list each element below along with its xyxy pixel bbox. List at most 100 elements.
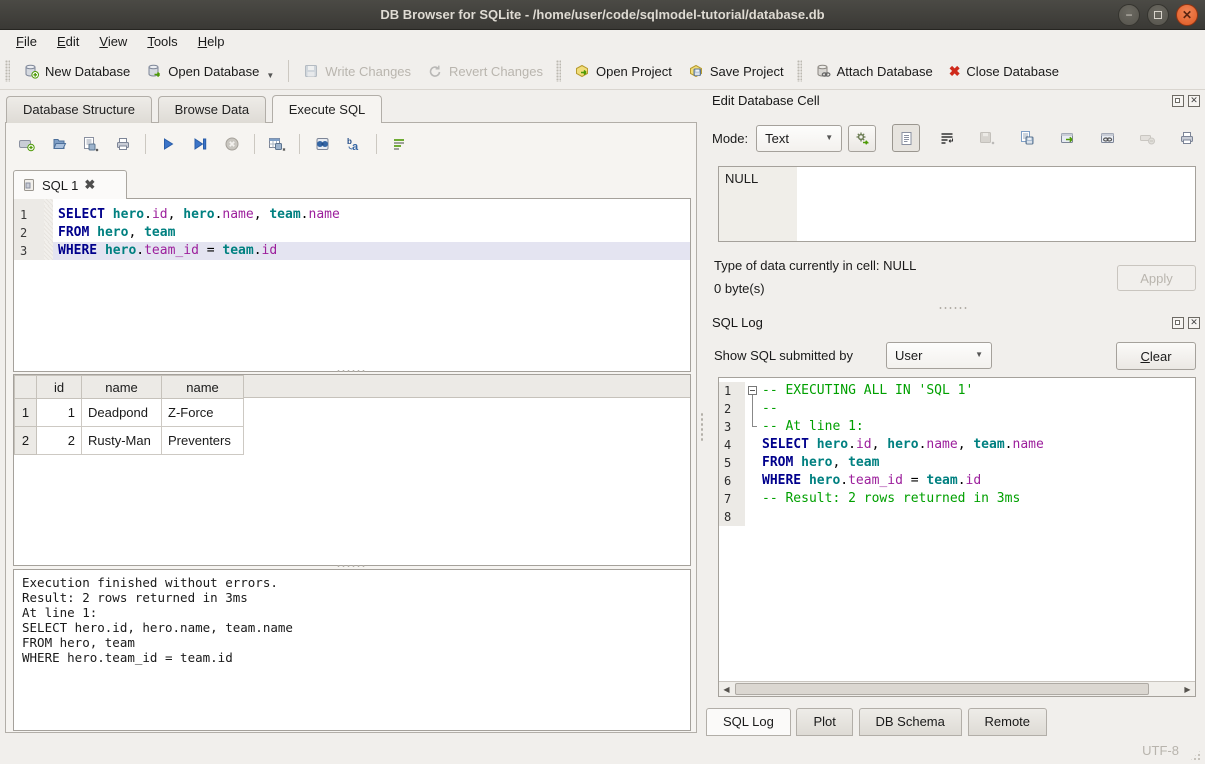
splitter-handle[interactable]	[336, 369, 366, 373]
write-changes-icon	[303, 63, 319, 79]
corner-header[interactable]	[15, 376, 37, 399]
column-header-id[interactable]: id	[37, 376, 82, 399]
sql-file-tab[interactable]: SQL 1 ✖	[13, 170, 127, 199]
save-sql-file-button[interactable]	[78, 131, 104, 157]
new-sql-tab-button[interactable]	[14, 131, 40, 157]
link-icon	[1099, 130, 1116, 146]
scroll-left-icon[interactable]: ◀	[719, 682, 734, 696]
row-header[interactable]: 1	[15, 399, 37, 427]
close-database-button[interactable]: ✖ Close Database	[941, 59, 1067, 84]
cell-team-name[interactable]: Preventers	[162, 427, 244, 455]
word-wrap-cell-button[interactable]	[934, 125, 960, 151]
tab-sql-log[interactable]: SQL Log	[706, 708, 791, 736]
output-line: SELECT hero.id, hero.name, team.name	[22, 620, 682, 635]
fold-collapse-icon[interactable]	[748, 386, 757, 395]
execution-output[interactable]: Execution finished without errors. Resul…	[13, 569, 691, 731]
sql-log-filter-select[interactable]: User ▼	[886, 342, 992, 369]
results-header-row: id name name	[15, 376, 244, 399]
column-header-name[interactable]: name	[82, 376, 162, 399]
resize-grip[interactable]	[1189, 749, 1202, 762]
close-dock-icon[interactable]: ✕	[1188, 95, 1200, 107]
panel-splitter-handle[interactable]	[700, 412, 704, 442]
menu-file[interactable]: File	[6, 31, 47, 52]
menu-bar: File Edit View Tools Help	[0, 30, 1205, 53]
open-database-button[interactable]: Open Database ▼	[138, 59, 282, 83]
open-in-external-button[interactable]	[1054, 125, 1080, 151]
apply-button: Apply	[1117, 265, 1196, 291]
cell-team-name[interactable]: Z-Force	[162, 399, 244, 427]
cell-id[interactable]: 2	[37, 427, 82, 455]
log-line: 8	[719, 508, 1195, 526]
menu-tools[interactable]: Tools	[137, 31, 187, 52]
float-dock-icon[interactable]	[1172, 317, 1184, 329]
print-button[interactable]	[110, 131, 136, 157]
menu-help[interactable]: Help	[188, 31, 235, 52]
open-database-icon	[146, 63, 162, 79]
scrollbar-thumb[interactable]	[735, 683, 1149, 695]
log-line: 4 SELECT hero.id, hero.name, team.name	[719, 436, 1195, 454]
execute-all-button[interactable]	[155, 131, 181, 157]
copy-link-button[interactable]	[1094, 125, 1120, 151]
text-mode-button[interactable]	[892, 124, 920, 152]
save-project-button[interactable]: Save Project	[680, 59, 792, 83]
window-controls: − ✕	[1118, 4, 1198, 26]
new-database-icon	[23, 63, 39, 79]
chevron-down-icon: ▼	[825, 133, 833, 142]
save-as-icon	[1019, 130, 1035, 146]
horizontal-scrollbar[interactable]: ◀ ▶	[719, 681, 1195, 696]
close-dock-icon[interactable]: ✕	[1188, 317, 1200, 329]
dock-splitter-handle[interactable]	[938, 306, 968, 310]
save-results-button[interactable]	[264, 131, 290, 157]
tab-browse-data[interactable]: Browse Data	[158, 96, 266, 123]
tab-plot[interactable]: Plot	[796, 708, 852, 736]
replace-button[interactable]: ba	[341, 131, 367, 157]
attach-database-button[interactable]: Attach Database	[807, 59, 941, 83]
new-database-button[interactable]: New Database	[15, 59, 138, 83]
clear-log-button[interactable]: Clear	[1116, 342, 1196, 370]
word-wrap-button[interactable]	[386, 131, 412, 157]
cell-value-editor[interactable]: NULL	[718, 166, 1196, 242]
sql-editor[interactable]: 1 SELECT hero.id, hero.name, team.name 2…	[13, 198, 691, 372]
cell-id[interactable]: 1	[37, 399, 82, 427]
splitter-handle[interactable]	[336, 564, 366, 568]
export-cell-data-button[interactable]	[1014, 125, 1040, 151]
toolbar-grip	[5, 60, 10, 82]
float-dock-icon[interactable]	[1172, 95, 1184, 107]
print-cell-button[interactable]	[1174, 125, 1200, 151]
execute-current-line-button[interactable]	[187, 131, 213, 157]
open-database-dropdown-icon[interactable]: ▼	[266, 71, 274, 80]
open-sql-file-button[interactable]	[46, 131, 72, 157]
menu-edit[interactable]: Edit	[47, 31, 89, 52]
encoding-indicator: UTF-8	[1142, 743, 1179, 758]
editor-line-current: 3 WHERE hero.team_id = team.id	[14, 242, 690, 260]
set-null-icon	[1138, 130, 1156, 146]
find-button[interactable]	[309, 131, 335, 157]
tab-database-structure[interactable]: Database Structure	[6, 96, 152, 123]
row-header[interactable]: 2	[15, 427, 37, 455]
cell-hero-name[interactable]: Rusty-Man	[82, 427, 162, 455]
replace-icon: ba	[346, 136, 363, 152]
revert-changes-button: Revert Changes	[419, 59, 551, 83]
log-line: 5 FROM hero, team	[719, 454, 1195, 472]
scroll-right-icon[interactable]: ▶	[1180, 682, 1195, 696]
menu-view[interactable]: View	[89, 31, 137, 52]
find-icon	[314, 136, 331, 152]
auto-switch-mode-button[interactable]	[848, 125, 876, 152]
maximize-icon[interactable]	[1147, 4, 1169, 26]
mode-label: Mode:	[712, 131, 748, 146]
minimize-icon[interactable]: −	[1118, 4, 1140, 26]
play-to-line-icon	[192, 136, 208, 152]
mode-select[interactable]: Text ▼	[756, 125, 842, 152]
cell-hero-name[interactable]: Deadpond	[82, 399, 162, 427]
tab-db-schema[interactable]: DB Schema	[859, 708, 962, 736]
sql-log-filter-label: Show SQL submitted by	[714, 348, 853, 363]
line-number: 2	[14, 224, 44, 242]
tab-remote[interactable]: Remote	[968, 708, 1048, 736]
open-file-icon	[51, 136, 67, 152]
tab-execute-sql[interactable]: Execute SQL	[272, 95, 383, 123]
sql-log-view[interactable]: 1 -- EXECUTING ALL IN 'SQL 1' 2 -- 3 -- …	[718, 377, 1196, 697]
column-header-name[interactable]: name	[162, 376, 244, 399]
close-icon[interactable]: ✕	[1176, 4, 1198, 26]
open-project-button[interactable]: Open Project	[566, 59, 680, 83]
close-sql-tab-icon[interactable]: ✖	[84, 177, 95, 193]
